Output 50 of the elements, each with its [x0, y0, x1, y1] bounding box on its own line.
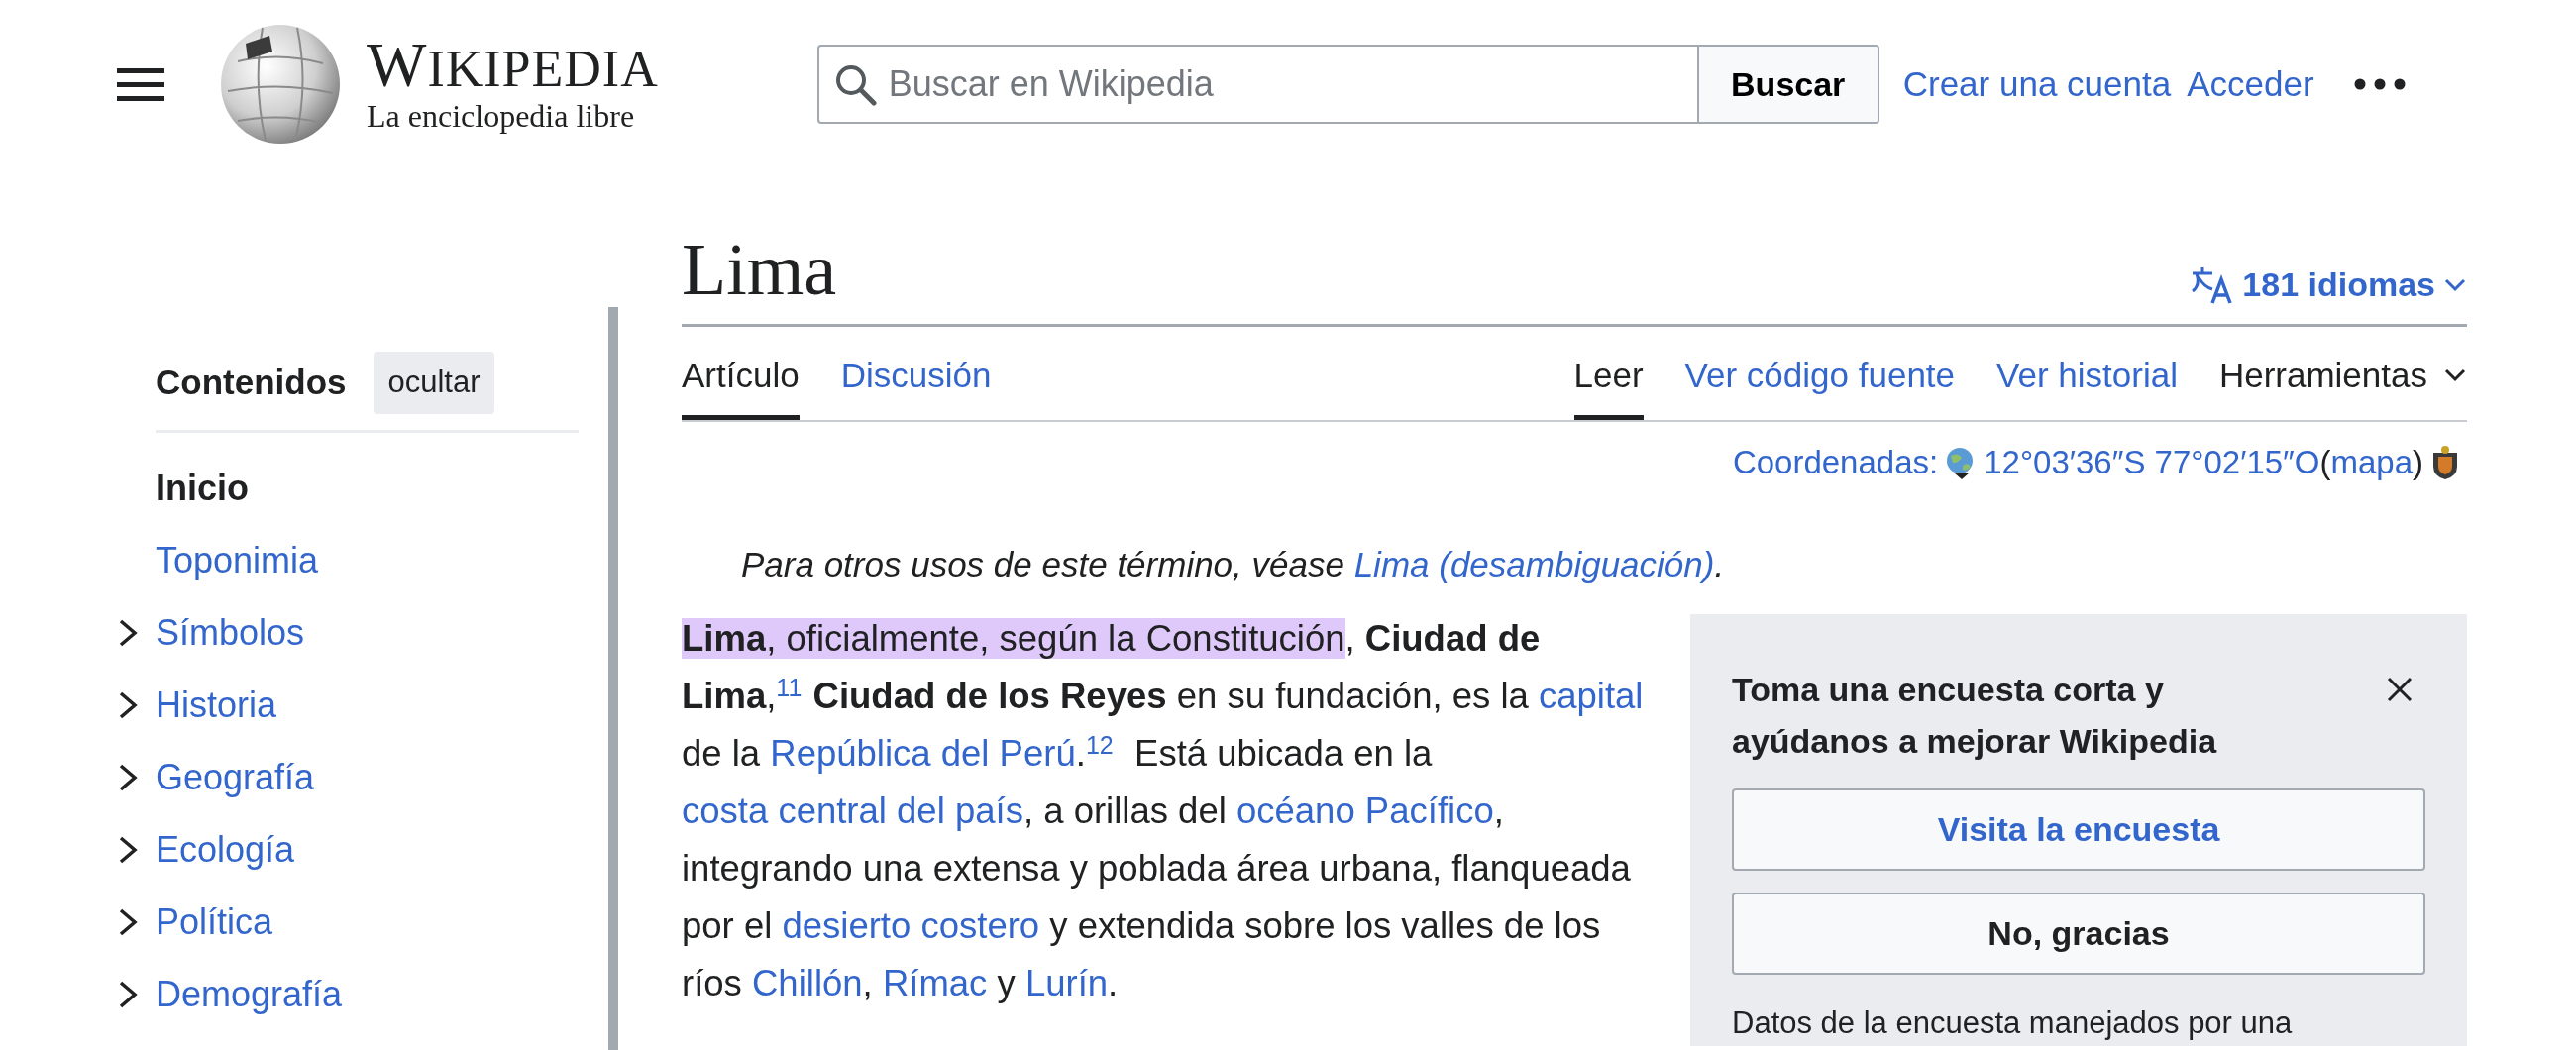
caret-icon — [2443, 276, 2467, 293]
more-icon[interactable] — [2353, 78, 2406, 90]
toc-link[interactable]: Símbolos — [156, 606, 305, 660]
toc-link[interactable]: Ecología — [156, 823, 295, 877]
toc-link[interactable]: Inicio — [156, 462, 249, 515]
language-button[interactable]: 181 idiomas — [2191, 260, 2467, 311]
account-link[interactable]: Crear una cuenta — [1902, 57, 2172, 111]
globe-logo-icon — [218, 22, 343, 147]
dismiss-button[interactable]: No, gracias — [1732, 892, 2425, 976]
survey-title: Toma una encuesta corta y ayúdanos a mejorar Wikipedia — [1732, 670, 2218, 763]
article-link[interactable]: Rímac — [882, 963, 988, 1004]
article-link[interactable]: océano Pacífico — [1235, 790, 1494, 832]
article-link[interactable]: costa central del país — [682, 790, 1023, 832]
article-link[interactable]: 12°03′36″S 77°02′15″O — [1984, 438, 2320, 487]
tools-menu[interactable]: Herramientas — [2218, 327, 2467, 421]
page-tab[interactable]: Ver código fuente — [1684, 327, 1956, 421]
toc-link[interactable]: Política — [156, 895, 273, 949]
hatnote: Para otros usos de este término, véase Lima (desambiguación). — [741, 543, 1726, 585]
account-link[interactable]: Acceder — [2187, 57, 2314, 111]
article-link[interactable]: República del Perú — [770, 733, 1076, 775]
close-icon[interactable] — [2386, 676, 2414, 704]
footnote-link[interactable]: 12 — [1085, 730, 1114, 759]
search-button[interactable]: Buscar — [1696, 47, 1878, 122]
page-tab[interactable]: Discusión — [840, 327, 992, 421]
page-tab[interactable]: Ver historial — [1996, 327, 2178, 421]
survey-button[interactable]: Visita la encuesta — [1732, 788, 2425, 872]
page-tab[interactable]: Artículo — [682, 327, 800, 421]
caret-icon — [2443, 368, 2467, 384]
toc-link[interactable]: Toponimia — [156, 534, 319, 587]
article-link[interactable]: desierto costero — [782, 905, 1040, 947]
article-title: Lima — [682, 230, 837, 311]
toc-title: Contenidos — [156, 362, 347, 403]
article-link[interactable]: Lima (desambiguación) — [1353, 544, 1715, 583]
article-link[interactable]: Coordenadas: — [1732, 438, 1939, 487]
sidebar-scrollbar[interactable] — [608, 307, 618, 1050]
article-link[interactable]: Chillón — [752, 963, 863, 1004]
article-link[interactable]: capital — [1538, 676, 1644, 717]
page-tab[interactable]: Leer — [1573, 327, 1644, 421]
logo-tagline: La enciclopedia libre — [367, 96, 636, 136]
article-link[interactable]: mapa — [2330, 438, 2413, 487]
wikipedia-wordmark: WIKIPEDIA — [367, 33, 659, 97]
toc-link[interactable]: Historia — [156, 679, 277, 732]
survey-note: Datos de la encuesta manejados por una — [1732, 1004, 2294, 1043]
toc-link[interactable]: Geografía — [156, 751, 315, 804]
toc-link[interactable]: Demografía — [156, 968, 343, 1021]
hide-button[interactable]: ocultar — [374, 352, 494, 414]
footnote-link[interactable]: 11 — [776, 673, 803, 701]
article-link[interactable]: Lurín — [1024, 963, 1109, 1004]
search-field[interactable]: Buscar en Wikipedia Buscar — [816, 45, 1879, 124]
coordinates-line: Coordenadas: 12°03′36″S 77°02′15″O(mapa) — [682, 438, 2467, 487]
